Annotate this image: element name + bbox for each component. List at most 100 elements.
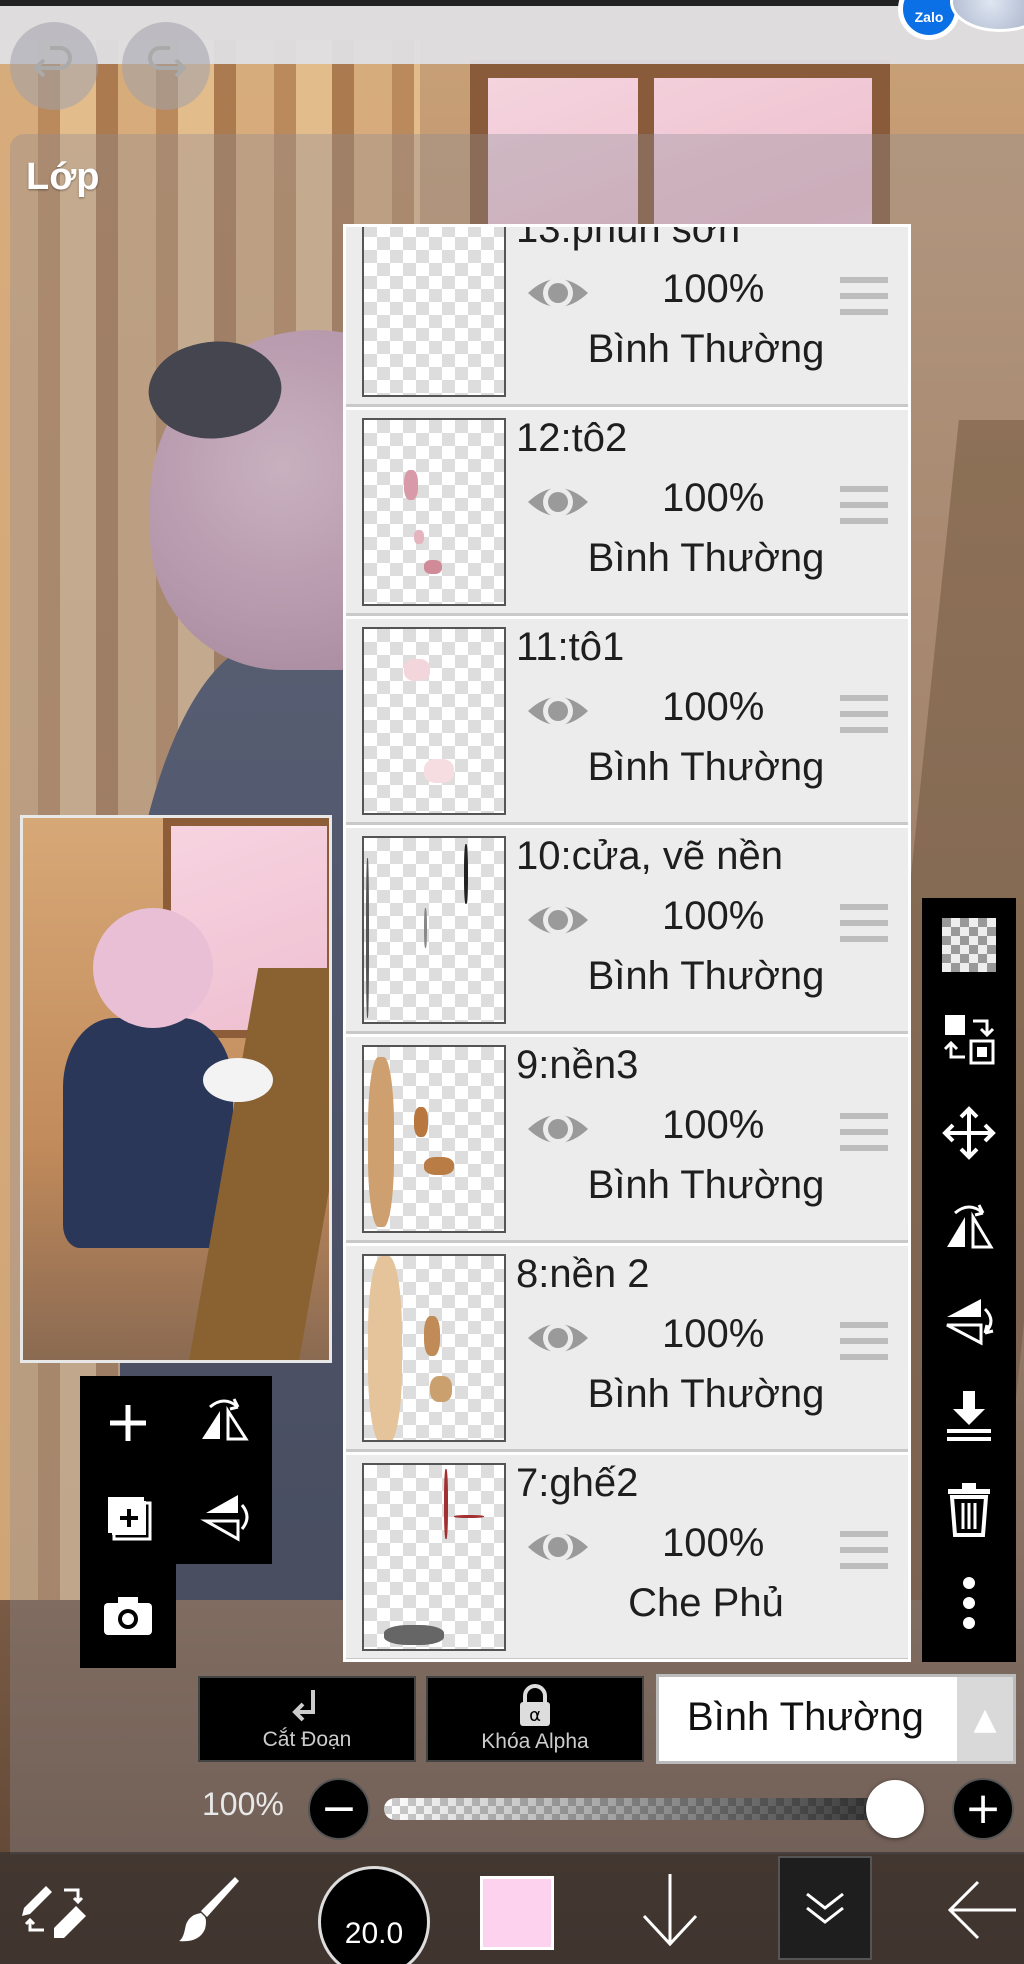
layer-blend-mode: Che Phủ (628, 1581, 784, 1625)
layer-opacity: 100% (662, 267, 765, 311)
eye-icon[interactable] (526, 470, 590, 534)
eye-icon[interactable] (526, 1306, 590, 1370)
drag-handle-icon[interactable] (840, 693, 888, 735)
layer-list[interactable]: 13:phun sơn 100% Bình Thường 12:tô2 100% Bình… (343, 224, 911, 1662)
double-chevron-down-icon (806, 1892, 844, 1924)
minus-icon: − (320, 1783, 358, 1834)
alpha-symbol: α (529, 1705, 541, 1726)
layer-row[interactable]: 7:ghế2 100% Che Phủ (346, 1455, 908, 1659)
triangle-up-icon: ▲ (957, 1677, 1013, 1761)
layer-blend-mode: Bình Thường (587, 536, 825, 580)
layer-row[interactable]: 10:cửa, vẽ nền 100% Bình Thường (346, 828, 908, 1034)
drag-handle-icon[interactable] (840, 484, 888, 526)
opacity-decrease-button[interactable]: − (308, 1778, 370, 1840)
thumbnail-stroke (444, 1469, 448, 1539)
duplicate-layer-icon (108, 1497, 152, 1541)
undo-button[interactable] (10, 22, 98, 110)
layer-panel-button[interactable] (778, 1856, 872, 1960)
clip-arrow-icon (292, 1690, 315, 1722)
import-photo-button[interactable] (80, 1568, 176, 1662)
opacity-increase-button[interactable]: + (952, 1778, 1014, 1840)
brush-tool-button[interactable] (170, 1860, 250, 1960)
thumbnail-stroke (414, 1107, 428, 1137)
thumbnail-stroke (464, 844, 468, 904)
color-swatch[interactable] (480, 1876, 554, 1950)
alpha-lock-button[interactable]: α Khóa Alpha (426, 1676, 644, 1762)
pen-eraser-swap-icon (22, 1886, 86, 1938)
brush-icon (179, 1877, 239, 1942)
back-button[interactable] (944, 1860, 1020, 1960)
flip-vertical-button[interactable] (176, 1470, 272, 1564)
arrow-left-icon (947, 1880, 1016, 1940)
dialog-title: Lớp (26, 156, 100, 198)
clipping-button[interactable]: Cắt Đoạn (198, 1676, 416, 1762)
more-options-button[interactable] (922, 1556, 1016, 1650)
flip-layer-vertical-button[interactable] (922, 1274, 1016, 1368)
drag-handle-icon[interactable] (840, 275, 888, 317)
eye-icon[interactable] (526, 888, 590, 952)
thumbnail-stroke (424, 1157, 454, 1175)
layer-name: 7:ghế2 (516, 1461, 639, 1505)
flip-horizontal-button[interactable] (176, 1376, 272, 1470)
layer-name: 9:nền3 (516, 1043, 639, 1087)
move-layer-button[interactable] (922, 1086, 1016, 1180)
layer-thumbnail (362, 1463, 506, 1651)
swap-layers-icon (943, 1015, 995, 1065)
merge-down-button[interactable] (922, 1368, 1016, 1462)
layer-row[interactable]: 12:tô2 100% Bình Thường (346, 410, 908, 616)
layer-thumbnail (362, 1254, 506, 1442)
eye-icon[interactable] (526, 1515, 590, 1579)
more-vertical-icon (963, 1577, 975, 1629)
flip-horizontal-icon (947, 1204, 994, 1249)
drag-handle-icon[interactable] (840, 1320, 888, 1362)
duplicate-layer-button[interactable] (80, 1470, 176, 1564)
redo-button[interactable] (122, 22, 210, 110)
flip-layer-horizontal-button[interactable] (922, 1180, 1016, 1274)
thumbnail-stroke (368, 1256, 402, 1440)
layer-name: 8:nền 2 (516, 1252, 650, 1296)
layer-row[interactable]: 13:phun sơn 100% Bình Thường (346, 224, 908, 407)
drag-handle-icon[interactable] (840, 902, 888, 944)
blend-mode-value: Bình Thường (687, 1695, 924, 1739)
layer-thumbnail (362, 227, 506, 397)
eye-icon[interactable] (526, 261, 590, 325)
redo-icon (148, 46, 187, 78)
trash-icon (948, 1483, 990, 1537)
thumbnail-stroke (404, 659, 430, 681)
layer-row[interactable]: 8:nền 2 100% Bình Thường (346, 1246, 908, 1452)
preview-hair (93, 908, 213, 1028)
transparency-button[interactable] (922, 898, 1016, 992)
layer-name: 13:phun sơn (516, 224, 741, 251)
eye-icon[interactable] (526, 679, 590, 743)
drag-handle-icon[interactable] (840, 1111, 888, 1153)
thumbnail-stroke (424, 908, 427, 948)
layer-opacity: 100% (662, 1312, 765, 1356)
layer-row[interactable]: 11:tô1 100% Bình Thường (346, 619, 908, 825)
opacity-slider-handle[interactable] (866, 1780, 924, 1838)
flip-horizontal-icon (202, 1398, 249, 1441)
thumbnail-stroke (424, 759, 454, 783)
down-button[interactable] (636, 1860, 704, 1960)
layer-row[interactable]: 9:nền3 100% Bình Thường (346, 1037, 908, 1243)
eye-icon[interactable] (526, 1097, 590, 1161)
opacity-slider[interactable] (384, 1798, 924, 1820)
undo-icon (33, 46, 72, 78)
arrow-down-icon (642, 1874, 698, 1947)
alpha-lock-label: Khóa Alpha (481, 1730, 589, 1753)
layer-tools-left-2 (80, 1564, 176, 1668)
layer-tools-right (922, 898, 1016, 1662)
plus-icon: + (964, 1783, 1002, 1834)
opacity-value: 100% (202, 1786, 284, 1822)
add-layer-button[interactable] (80, 1376, 176, 1470)
pen-eraser-swap-button[interactable] (14, 1860, 94, 1960)
zalo-label: Zalo (914, 9, 944, 25)
flip-vertical-icon (200, 1495, 249, 1542)
camera-icon (104, 1597, 152, 1635)
swap-layers-button[interactable] (922, 992, 1016, 1086)
delete-layer-button[interactable] (922, 1462, 1016, 1556)
checkerboard-icon (942, 918, 996, 972)
drag-handle-icon[interactable] (840, 1529, 888, 1571)
lock-icon: α (520, 1684, 550, 1726)
thumbnail-stroke (424, 1316, 440, 1356)
blend-mode-select[interactable]: Bình Thường ▲ (656, 1674, 1016, 1764)
